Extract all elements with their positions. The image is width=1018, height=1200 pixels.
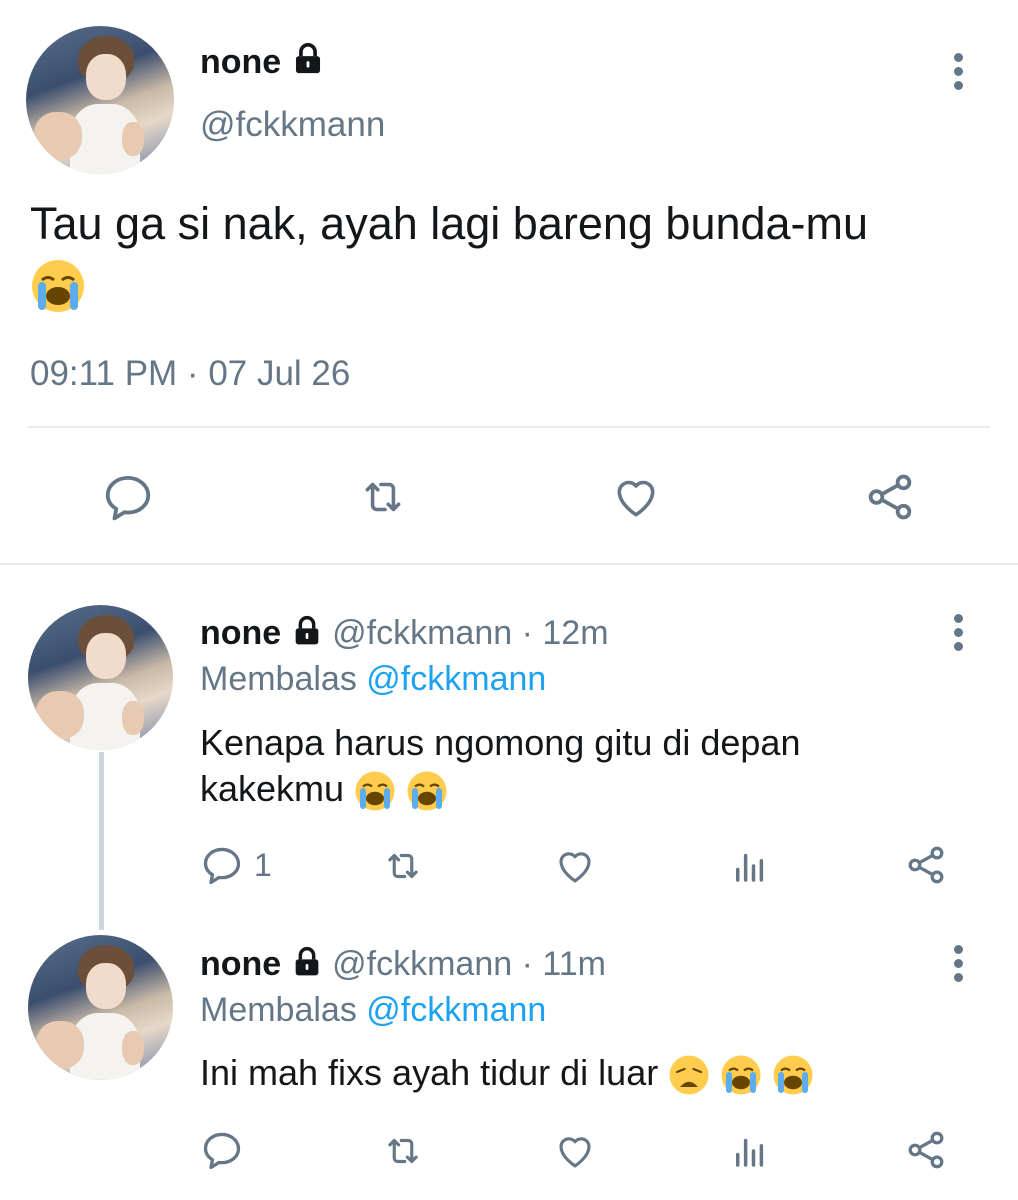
- share-icon[interactable]: [903, 843, 949, 887]
- author-name[interactable]: none: [200, 40, 325, 84]
- more-options-icon[interactable]: [953, 614, 963, 656]
- retweet-icon[interactable]: [355, 472, 411, 522]
- reply-count: 1: [254, 847, 272, 883]
- reply-icon[interactable]: [101, 470, 155, 524]
- reply-icon[interactable]: [200, 843, 244, 887]
- more-options-icon[interactable]: [953, 53, 963, 95]
- section-divider: [0, 563, 1018, 565]
- lock-icon: [295, 615, 319, 645]
- share-icon[interactable]: [862, 470, 918, 524]
- loudly-crying-face: [773, 1055, 813, 1095]
- reply-time[interactable]: 12m: [542, 614, 608, 652]
- avatar[interactable]: [28, 605, 173, 750]
- replying-to: Membalas @fckkmann: [200, 991, 547, 1029]
- lock-icon: [295, 946, 319, 976]
- loudly-crying-face: [32, 260, 84, 312]
- like-icon[interactable]: [552, 1130, 598, 1172]
- reply-text: Ini mah fixs ayah tidur di luar: [200, 1050, 814, 1096]
- reply-time[interactable]: 11m: [542, 945, 606, 983]
- reply-header: none @fckkmann · 12m: [200, 612, 609, 654]
- tweet-text: Tau ga si nak, ayah lagi bareng bunda-mu: [30, 198, 869, 249]
- loudly-crying-face: [721, 1055, 761, 1095]
- like-icon[interactable]: [552, 845, 598, 887]
- separator-dot: ·: [521, 945, 533, 983]
- replying-to: Membalas @fckkmann: [200, 660, 547, 698]
- loudly-crying-face: [407, 771, 447, 811]
- reply-header: none @fckkmann · 11m: [200, 943, 606, 985]
- analytics-icon[interactable]: [728, 845, 772, 887]
- separator-dot: ·: [521, 614, 533, 652]
- author-handle[interactable]: @fckkmann: [332, 945, 512, 983]
- avatar[interactable]: [28, 935, 173, 1080]
- author-handle[interactable]: @fckkmann: [200, 103, 385, 147]
- reply-text: Kenapa harus ngomong gitu di depan kakek…: [200, 720, 800, 812]
- loudly-crying-face: [355, 771, 395, 811]
- like-icon[interactable]: [608, 472, 664, 522]
- mention-link[interactable]: @fckkmann: [366, 991, 546, 1029]
- thread-line: [99, 752, 104, 930]
- mention-link[interactable]: @fckkmann: [366, 660, 546, 698]
- retweet-icon[interactable]: [380, 1130, 426, 1172]
- avatar[interactable]: [26, 26, 174, 174]
- share-icon[interactable]: [903, 1128, 949, 1172]
- analytics-icon[interactable]: [728, 1130, 772, 1172]
- author-handle[interactable]: @fckkmann: [332, 614, 512, 652]
- author-name[interactable]: none: [200, 945, 281, 983]
- more-options-icon[interactable]: [953, 945, 963, 987]
- author-name[interactable]: none: [200, 614, 281, 652]
- lock-icon: [295, 43, 320, 74]
- divider: [28, 426, 990, 428]
- weary-face: [669, 1055, 709, 1095]
- tweet-timestamp[interactable]: 09:11 PM · 07 Jul 26: [30, 352, 350, 396]
- retweet-icon[interactable]: [380, 845, 426, 887]
- reply-icon[interactable]: [200, 1128, 244, 1172]
